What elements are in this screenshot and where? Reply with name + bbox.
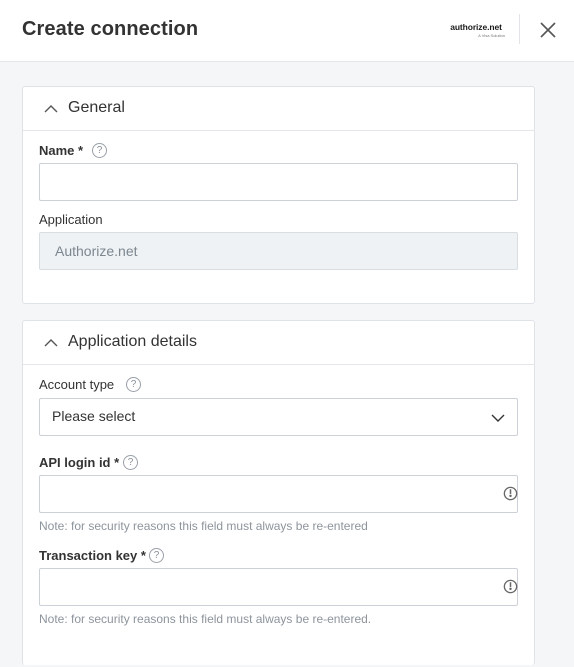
authorize-net-logo: authorize.net A Visa Solution — [447, 22, 505, 38]
transaction-key-label: Transaction key * — [39, 548, 146, 563]
general-section-toggle[interactable]: General — [23, 87, 534, 131]
api-login-note: Note: for security reasons this field mu… — [39, 519, 368, 533]
general-section: General Name * ? Application — [22, 86, 535, 304]
application-label: Application — [39, 212, 103, 227]
application-details-title: Application details — [68, 333, 197, 350]
api-login-input[interactable] — [39, 475, 518, 513]
account-type-label: Account type — [39, 377, 115, 392]
application-details-toggle[interactable]: Application details — [23, 321, 534, 365]
page-title: Create connection — [22, 18, 199, 40]
name-label: Name * — [39, 143, 84, 158]
transaction-key-note: Note: for security reasons this field mu… — [39, 612, 372, 626]
transaction-key-help-icon[interactable]: ? — [149, 548, 164, 563]
name-input[interactable] — [39, 163, 518, 201]
transaction-key-field — [23, 568, 534, 606]
transaction-key-input[interactable] — [39, 568, 518, 606]
close-button[interactable] — [536, 18, 560, 42]
application-field — [39, 232, 518, 270]
application-details-section: Application details Account type ? Pleas… — [22, 320, 535, 665]
logo-text: authorize.net — [450, 22, 502, 32]
secure-lock-icon[interactable] — [502, 485, 519, 502]
account-type-select[interactable]: Please select — [39, 398, 518, 436]
general-section-title: General — [68, 99, 125, 116]
api-login-label: API login id * — [39, 455, 120, 470]
api-login-help-icon[interactable]: ? — [123, 455, 138, 470]
chevron-up-icon — [44, 339, 58, 347]
chevron-down-icon — [491, 414, 505, 422]
account-type-value: Please select — [52, 408, 136, 424]
account-type-help-icon[interactable]: ? — [126, 377, 141, 392]
api-login-field — [23, 475, 534, 513]
header-divider — [519, 14, 520, 44]
secure-lock-icon[interactable] — [502, 578, 519, 595]
dialog-header: Create connection authorize.net A Visa S… — [0, 0, 574, 62]
close-icon — [540, 22, 556, 38]
chevron-up-icon — [44, 105, 58, 113]
logo-subtext: A Visa Solution — [478, 33, 505, 38]
name-help-icon[interactable]: ? — [92, 143, 107, 158]
